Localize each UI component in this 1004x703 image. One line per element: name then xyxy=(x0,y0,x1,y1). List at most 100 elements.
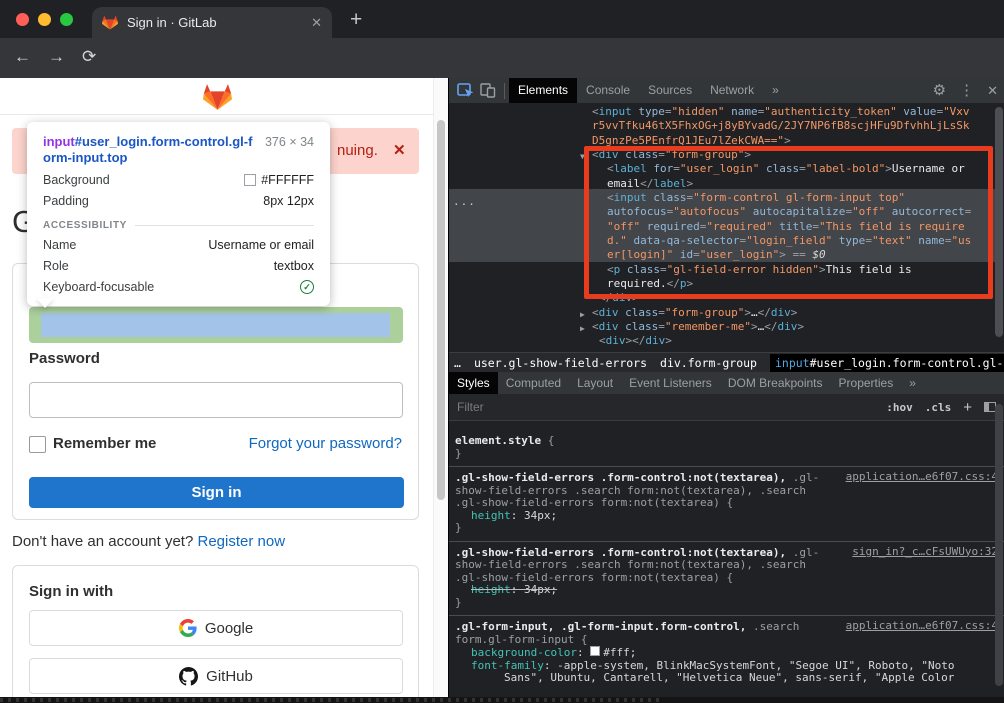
tooltip-selector-rest: #user_login.form-control.gl-form-input.t… xyxy=(43,134,252,165)
traffic-light-minimize[interactable] xyxy=(38,13,51,26)
tooltip-selector: input#user_login.form-control.gl-form-in… xyxy=(43,134,255,166)
forgot-password-link[interactable]: Forgot your password? xyxy=(249,435,402,452)
tooltip-a11y-title: ACCESSIBILITY xyxy=(43,220,127,231)
css-color-swatch[interactable] xyxy=(590,646,600,656)
dom-tree-line[interactable]: r5vvTfku46tX5FhxOG+j8yBYvadG/2JY7NP6fB8s… xyxy=(592,119,970,133)
browser-window: { "browser": { "tab_title": "Sign in · G… xyxy=(0,0,1004,703)
more-tabs-icon[interactable]: » xyxy=(763,78,788,103)
gitlab-logo xyxy=(203,83,232,116)
css-property[interactable]: height: 34px; xyxy=(455,510,998,523)
dom-tree: ... <input type="hidden" name="authentic… xyxy=(449,103,1004,352)
inspected-input-highlight[interactable] xyxy=(29,307,403,343)
styles-tab-computed[interactable]: Computed xyxy=(498,372,569,394)
devtools-close-icon[interactable]: ✕ xyxy=(987,78,998,103)
devtools-settings-icon[interactable]: ⚙ xyxy=(933,78,946,103)
tab-close-icon[interactable]: ✕ xyxy=(311,15,322,31)
google-signin-button[interactable]: Google xyxy=(29,610,403,646)
new-style-rule-button[interactable]: + xyxy=(963,399,972,416)
dom-tree-line[interactable]: ▶<div class="form-group">…</div> xyxy=(592,306,797,320)
css-rule[interactable]: sign_in?_c…cFsUWUyo:32.gl-show-field-err… xyxy=(449,541,1004,616)
inspect-element-icon[interactable] xyxy=(457,83,475,99)
tab-title: Sign in · GitLab xyxy=(127,15,311,30)
inspected-input-content-box xyxy=(41,313,390,337)
styles-tab-layout[interactable]: Layout xyxy=(569,372,621,394)
css-source-link[interactable]: sign_in?_c…cFsUWUyo:32 xyxy=(852,546,998,559)
node-menu-dots[interactable]: ... xyxy=(453,195,476,209)
tooltip-background-value: #FFFFFF xyxy=(261,173,314,187)
dom-tree-line[interactable]: <input type="hidden" name="authenticity_… xyxy=(592,105,970,119)
styles-filter-input[interactable]: Filter xyxy=(457,400,484,414)
github-button-label: GitHub xyxy=(206,668,253,685)
web-page: nuing. ✕ G Password Remember me Forgot y… xyxy=(0,78,448,697)
forward-icon[interactable]: → xyxy=(48,47,65,67)
dom-tree-line[interactable]: ▶<div class="remember-me">…</div> xyxy=(592,320,804,334)
breadcrumb-item[interactable]: input#user_login.form-control.gl-form-in… xyxy=(770,354,1004,372)
css-source-link[interactable]: application…e6f07.css:4 xyxy=(846,620,998,633)
tooltip-background-label: Background xyxy=(43,173,110,187)
dom-tree-line[interactable]: <div></div> xyxy=(599,334,672,348)
alert-close-icon[interactable]: ✕ xyxy=(393,141,406,159)
header-divider xyxy=(0,114,434,115)
css-property[interactable]: background-color: #fff; xyxy=(455,646,998,660)
annotation-red-box xyxy=(584,146,993,299)
devtools-tab-sources[interactable]: Sources xyxy=(639,78,701,103)
tab-strip: Sign in · GitLab ✕ + xyxy=(0,0,1004,38)
sign-in-with-label: Sign in with xyxy=(29,583,113,600)
register-row: Don't have an account yet? Register now xyxy=(12,533,285,550)
styles-tab-styles[interactable]: Styles xyxy=(449,372,498,394)
github-icon xyxy=(179,667,198,686)
devtools-tab-elements[interactable]: Elements xyxy=(509,78,577,103)
register-link[interactable]: Register now xyxy=(198,533,286,550)
github-signin-button[interactable]: GitHub xyxy=(29,658,403,694)
styles-tab-event-listeners[interactable]: Event Listeners xyxy=(621,372,720,394)
toolbar-divider xyxy=(504,83,505,99)
password-input[interactable] xyxy=(29,382,403,418)
tooltip-selector-tag: input xyxy=(43,134,75,149)
traffic-light-zoom[interactable] xyxy=(60,13,73,26)
oauth-card: Sign in with Google GitHub xyxy=(12,565,419,697)
breadcrumb-item[interactable]: div.form-group xyxy=(660,356,757,370)
css-rule[interactable]: application…e6f07.css:4.gl-form-input, .… xyxy=(449,615,1004,691)
google-icon xyxy=(179,619,197,637)
tooltip-padding-label: Padding xyxy=(43,194,89,208)
devtools-tabs: ElementsConsoleSourcesNetwork xyxy=(509,78,763,103)
css-source-link[interactable]: application…e6f07.css:4 xyxy=(846,471,998,484)
tooltip-name-value: Username or email xyxy=(208,238,314,252)
back-icon[interactable]: ← xyxy=(14,47,31,67)
expand-arrow-icon[interactable]: ▶ xyxy=(580,322,585,336)
styles-tab-dom-breakpoints[interactable]: DOM Breakpoints xyxy=(720,372,831,394)
dom-scrollbar-thumb[interactable] xyxy=(995,107,1003,337)
page-scrollbar-thumb[interactable] xyxy=(437,120,445,500)
pseudo-class-toggle[interactable]: :hov xyxy=(886,401,913,414)
gitlab-favicon xyxy=(102,15,118,30)
device-toolbar-icon[interactable] xyxy=(480,83,496,98)
devtools-tab-console[interactable]: Console xyxy=(577,78,639,103)
browser-tab[interactable]: Sign in · GitLab ✕ xyxy=(92,7,332,38)
color-swatch xyxy=(244,174,256,186)
register-text: Don't have an account yet? xyxy=(12,533,193,550)
css-rule[interactable]: application…e6f07.css:4.gl-show-field-er… xyxy=(449,466,1004,541)
css-property[interactable]: font-family: -apple-system, BlinkMacSyst… xyxy=(455,660,998,685)
devtools-tab-network[interactable]: Network xyxy=(701,78,763,103)
tooltip-role-value: textbox xyxy=(274,259,314,273)
expand-arrow-icon[interactable]: ▶ xyxy=(580,308,585,322)
breadcrumb-item[interactable]: user.gl-show-field-errors xyxy=(474,356,647,370)
styles-tab-properties[interactable]: Properties xyxy=(831,372,902,394)
remember-me-checkbox[interactable] xyxy=(29,436,46,453)
more-styles-tabs-icon[interactable]: » xyxy=(901,372,924,394)
class-toggle[interactable]: .cls xyxy=(925,401,952,414)
css-property[interactable]: height: 34px; xyxy=(455,584,998,597)
breadcrumb-item[interactable]: … xyxy=(454,356,461,370)
alert-text-fragment: nuing. xyxy=(337,142,378,159)
reload-icon[interactable]: ⟳ xyxy=(82,47,96,67)
tooltip-padding-value: 8px 12px xyxy=(263,194,314,208)
traffic-light-close[interactable] xyxy=(16,13,29,26)
bottom-strip xyxy=(0,697,1004,703)
styles-scrollbar-thumb[interactable] xyxy=(995,404,1003,686)
page-scrollbar[interactable] xyxy=(433,78,448,697)
sign-in-button[interactable]: Sign in xyxy=(29,477,404,508)
new-tab-button[interactable]: + xyxy=(350,8,362,32)
element-style-rule[interactable]: element.style {} xyxy=(449,433,1004,466)
devtools-menu-icon[interactable]: ⋮ xyxy=(959,78,974,103)
devtools-panel: ElementsConsoleSourcesNetwork » ⚙ ⋮ ✕ ..… xyxy=(448,78,1004,697)
